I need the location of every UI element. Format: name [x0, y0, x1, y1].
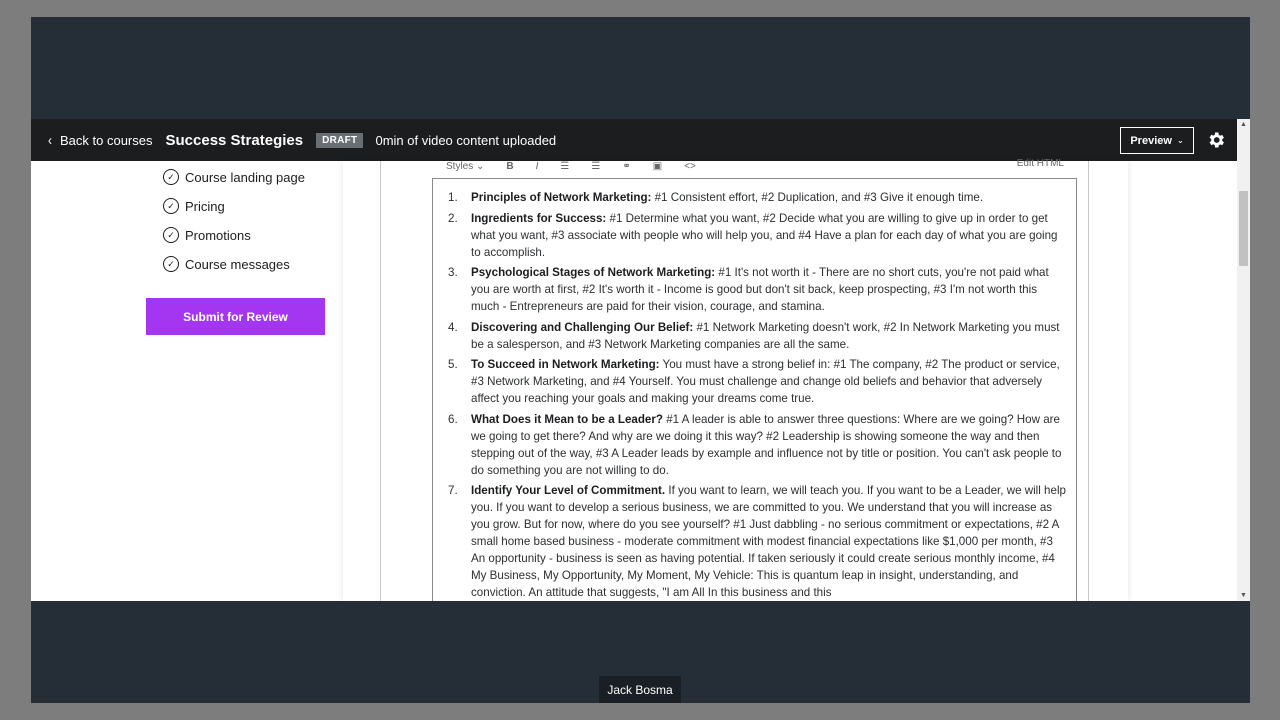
list-item: 3. Psychological Stages of Network Market…: [448, 266, 1049, 313]
sidebar-item-promotions[interactable]: ✓ Promotions: [163, 227, 251, 243]
preview-button[interactable]: Preview ⌄: [1120, 127, 1194, 154]
sidebar-item-pricing[interactable]: ✓ Pricing: [163, 198, 225, 214]
list-item: 6. What Does it Mean to be a Leader? #1 A…: [448, 412, 1062, 477]
styles-label: Styles: [446, 160, 474, 172]
check-circle-icon: ✓: [163, 227, 179, 243]
scroll-down-arrow-icon[interactable]: ▼: [1240, 592, 1247, 599]
italic-icon[interactable]: I: [536, 161, 539, 172]
image-icon[interactable]: ▣: [653, 161, 662, 172]
page-scrollbar[interactable]: ▲ ▼: [1237, 119, 1250, 601]
gear-icon[interactable]: [1206, 130, 1226, 150]
back-to-courses-link[interactable]: ‹ Back to courses: [48, 131, 153, 149]
editor-toolbar: Styles ⌄ B I ☰ ☰ ⚭ ▣ <> Edit HTML: [431, 154, 1076, 178]
status-badge: DRAFT: [316, 132, 364, 148]
link-icon[interactable]: ⚭: [622, 161, 630, 172]
check-circle-icon: ✓: [163, 198, 179, 214]
bulleted-list-icon[interactable]: ☰: [591, 161, 600, 172]
course-title: Success Strategies: [165, 131, 304, 149]
shared-screen: ‹ Back to courses Success Strategies DRA…: [31, 119, 1250, 601]
preview-label: Preview: [1130, 134, 1172, 147]
upload-status: 0min of video content uploaded: [375, 132, 557, 148]
list-item: 2. Ingredients for Success: #1 Determine …: [448, 211, 1058, 259]
check-circle-icon: ✓: [163, 169, 179, 185]
styles-dropdown[interactable]: Styles ⌄: [446, 161, 484, 172]
sidebar-item-course-messages[interactable]: ✓ Course messages: [163, 256, 290, 272]
code-icon[interactable]: <>: [684, 161, 696, 172]
submit-for-review-button[interactable]: Submit for Review: [146, 298, 325, 335]
numbered-list-icon[interactable]: ☰: [560, 161, 569, 172]
list-item: 7. Identify Your Level of Commitment. If …: [448, 484, 1066, 599]
list-item: 1. Principles of Network Marketing: #1 Co…: [448, 191, 984, 204]
chevron-left-icon: ‹: [48, 131, 52, 149]
description-list: 1. Principles of Network Marketing: #1 Co…: [448, 189, 1068, 601]
chevron-down-icon: ⌄: [1176, 136, 1184, 145]
edit-html-link[interactable]: Edit HTML: [1017, 158, 1064, 169]
scroll-thumb[interactable]: [1239, 191, 1248, 266]
sidebar-item-course-landing-page[interactable]: ✓ Course landing page: [163, 169, 305, 185]
sidebar-item-label: Promotions: [185, 227, 251, 243]
scroll-up-arrow-icon[interactable]: ▲: [1240, 121, 1247, 128]
course-sidebar: ✓ Course landing page ✓ Pricing ✓ Promot…: [31, 161, 343, 601]
back-label: Back to courses: [60, 132, 153, 148]
sidebar-item-label: Course landing page: [185, 169, 305, 185]
check-circle-icon: ✓: [163, 256, 179, 272]
list-item: 4. Discovering and Challenging Our Belief…: [448, 320, 1060, 351]
sidebar-item-label: Pricing: [185, 198, 225, 214]
sidebar-item-label: Course messages: [185, 256, 290, 272]
participant-name-tag: Jack Bosma: [599, 676, 681, 703]
list-item: 5. To Succeed in Network Marketing: You m…: [448, 358, 1060, 405]
bold-icon[interactable]: B: [506, 161, 513, 172]
